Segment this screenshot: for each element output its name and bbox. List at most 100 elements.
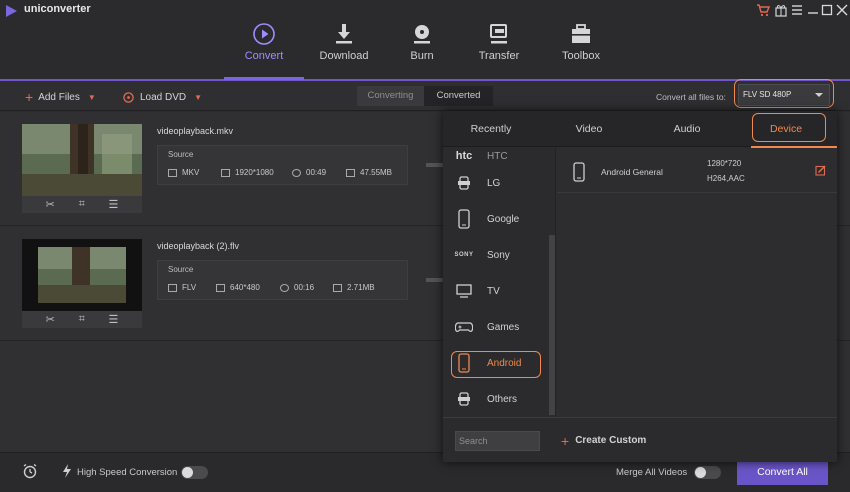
- android-item-highlight: [451, 351, 541, 378]
- format-select-highlight: [734, 79, 834, 108]
- tab-video[interactable]: Video: [539, 111, 639, 147]
- scissors-icon[interactable]: ✂: [46, 313, 55, 326]
- clock-icon: [280, 283, 289, 292]
- brand-label: Google: [487, 213, 520, 225]
- source-label: Source: [168, 265, 194, 274]
- brand-label: Others: [487, 393, 518, 405]
- close-icon[interactable]: [835, 3, 849, 17]
- scissors-icon[interactable]: ✂: [46, 198, 55, 211]
- nav-convert[interactable]: Convert: [226, 22, 302, 78]
- file-name: videoplayback.mkv: [157, 126, 234, 136]
- size-meta: 2.71MB: [333, 283, 375, 292]
- convert-all-button[interactable]: Convert All: [737, 459, 828, 485]
- brand-item-games[interactable]: Games: [443, 309, 549, 345]
- add-files-label: Add Files: [38, 91, 80, 103]
- source-label: Source: [168, 150, 194, 159]
- format-value: FLV: [182, 283, 197, 292]
- app-title: uniconverter: [24, 3, 91, 15]
- tab-recently[interactable]: Recently: [443, 111, 539, 147]
- htc-logo-icon: htc: [455, 150, 473, 162]
- maximize-icon[interactable]: [820, 3, 834, 17]
- lg-icon: [447, 175, 481, 191]
- nav-label: Burn: [410, 50, 434, 62]
- nav-active-indicator: [224, 77, 304, 80]
- clock-icon: [292, 168, 301, 177]
- disc-icon: [410, 22, 434, 46]
- format-value: MKV: [182, 168, 200, 177]
- convert-all-files-label: Convert all files to:: [656, 92, 726, 102]
- panel-footer: + Create Custom: [443, 417, 837, 462]
- size-meta: 47.55MB: [346, 168, 392, 177]
- folder-icon: [346, 168, 355, 177]
- thumbnail-tools: ✂ ⌗ ☰: [22, 196, 142, 213]
- resolution-value: 1920*1080: [235, 168, 274, 177]
- nav-toolbox[interactable]: Toolbox: [543, 22, 619, 78]
- brand-item-google[interactable]: Google: [443, 201, 549, 237]
- merge-videos-toggle[interactable]: [694, 466, 721, 479]
- caret-down-icon[interactable]: ▼: [88, 93, 96, 102]
- plus-icon: +: [561, 432, 570, 449]
- nav-label: Toolbox: [562, 50, 600, 62]
- nav-label: Download: [319, 50, 369, 62]
- edit-icon[interactable]: [815, 165, 826, 176]
- thumbnail-tools: ✂ ⌗ ☰: [22, 311, 142, 328]
- lightning-icon: [62, 464, 72, 478]
- preset-codec: H264,AAC: [707, 174, 745, 183]
- transfer-icon: [487, 22, 511, 46]
- create-custom-button[interactable]: + Create Custom: [561, 432, 646, 449]
- video-thumbnail[interactable]: [22, 239, 142, 311]
- folder-icon: [333, 283, 342, 292]
- brand-item-sony[interactable]: SONY Sony: [443, 237, 549, 273]
- others-icon: [447, 391, 481, 407]
- tab-converting[interactable]: Converting: [357, 86, 424, 106]
- device-tab-highlight: [752, 113, 826, 142]
- tab-converted[interactable]: Converted: [424, 86, 493, 106]
- toolbox-icon: [569, 22, 593, 46]
- format-search-input[interactable]: [455, 431, 540, 451]
- device-tab-underline: [751, 146, 837, 148]
- menu-icon[interactable]: [790, 3, 804, 17]
- preset-resolution: 1280*720: [707, 159, 742, 168]
- high-speed-toggle[interactable]: [181, 466, 208, 479]
- gamepad-icon: [447, 321, 481, 333]
- resolution-icon: [216, 283, 225, 292]
- nav-transfer[interactable]: Transfer: [461, 22, 537, 78]
- effects-icon[interactable]: ☰: [108, 313, 118, 326]
- cart-icon[interactable]: [756, 3, 770, 17]
- gift-icon[interactable]: [774, 3, 788, 17]
- brand-item-tv[interactable]: TV: [443, 273, 549, 309]
- plus-icon: +: [25, 89, 34, 105]
- crop-icon[interactable]: ⌗: [79, 198, 85, 211]
- source-info: Source MKV 1920*1080 00:49 47.55MB: [157, 145, 408, 185]
- download-icon: [332, 22, 356, 46]
- toggle-knob: [695, 467, 706, 478]
- brand-label: HTC: [487, 150, 508, 162]
- alarm-clock-icon[interactable]: [22, 463, 38, 479]
- sony-logo-icon: SONY: [454, 252, 474, 258]
- brand-list-scrollbar-thumb[interactable]: [549, 235, 555, 415]
- duration-meta: 00:49: [292, 168, 326, 177]
- crop-icon[interactable]: ⌗: [79, 313, 85, 326]
- brand-label: LG: [487, 177, 501, 189]
- phone-icon: [447, 209, 481, 229]
- high-speed-conversion-label: High Speed Conversion: [77, 467, 178, 478]
- dvd-icon: [123, 91, 134, 103]
- nav-burn[interactable]: Burn: [384, 22, 460, 78]
- minimize-icon[interactable]: [806, 3, 820, 17]
- brand-item-lg[interactable]: LG: [443, 165, 549, 201]
- brand-item-others[interactable]: Others: [443, 381, 549, 417]
- format-picker-panel: Recently Video Audio Device htc HTC LG G…: [443, 111, 837, 462]
- nav-label: Transfer: [478, 50, 520, 62]
- add-files-button[interactable]: + Add Files ▼: [25, 89, 96, 105]
- film-icon: [168, 168, 177, 177]
- caret-down-icon[interactable]: ▼: [194, 93, 202, 102]
- film-icon: [168, 283, 177, 292]
- merge-all-videos-label: Merge All Videos: [616, 467, 688, 478]
- load-dvd-button[interactable]: Load DVD ▼: [123, 89, 202, 105]
- preset-item-android-general[interactable]: Android General 1280*720 H264,AAC: [557, 147, 837, 193]
- nav-download[interactable]: Download: [306, 22, 382, 78]
- brand-label: Games: [487, 321, 520, 333]
- effects-icon[interactable]: ☰: [108, 198, 118, 211]
- tab-audio[interactable]: Audio: [639, 111, 735, 147]
- video-thumbnail[interactable]: [22, 124, 142, 196]
